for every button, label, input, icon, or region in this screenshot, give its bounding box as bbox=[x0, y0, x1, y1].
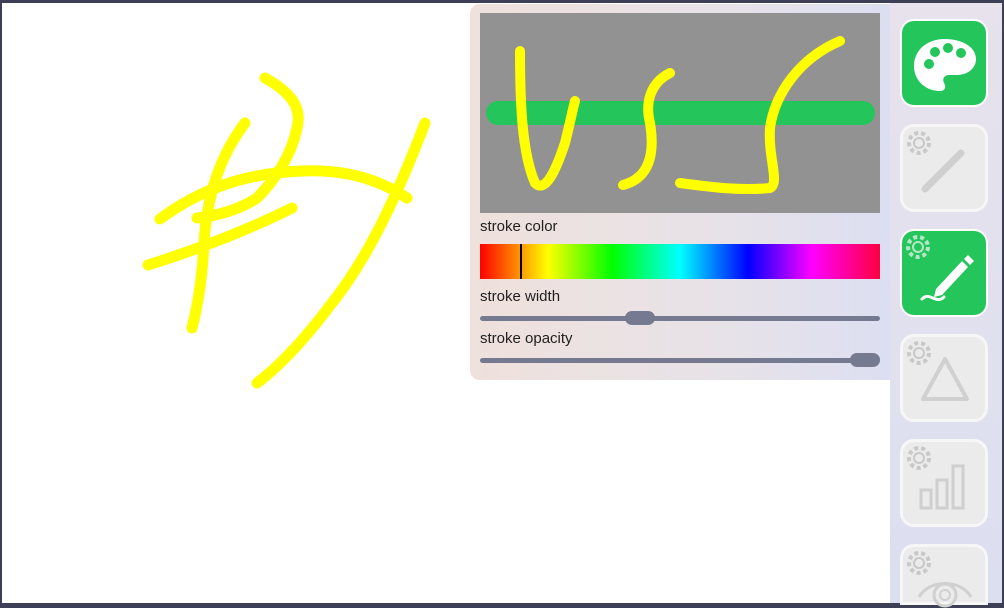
stroke-preview bbox=[480, 13, 880, 213]
stroke-width-thumb[interactable] bbox=[625, 311, 655, 325]
stroke-width-label: stroke width bbox=[480, 288, 561, 305]
gear-icon[interactable] bbox=[902, 231, 934, 263]
stroke-settings-panel: stroke color stroke width stroke opacity bbox=[470, 4, 890, 380]
triangle-tool-button[interactable] bbox=[900, 334, 988, 422]
preview-stroke-2 bbox=[618, 68, 675, 190]
stroke-color-picker[interactable] bbox=[480, 244, 880, 279]
palette-icon bbox=[914, 39, 976, 91]
line-tool-button[interactable] bbox=[900, 124, 988, 212]
hue-marker[interactable] bbox=[520, 244, 522, 279]
palette-tool-button[interactable] bbox=[900, 19, 988, 107]
gear-icon[interactable] bbox=[903, 547, 935, 579]
gear-icon[interactable] bbox=[903, 127, 935, 159]
stroke-opacity-label: stroke opacity bbox=[480, 330, 573, 347]
stroke-width-slider[interactable] bbox=[480, 311, 880, 325]
pen-tool-button[interactable] bbox=[900, 229, 988, 317]
stroke-color-label: stroke color bbox=[480, 218, 558, 235]
gear-icon[interactable] bbox=[903, 442, 935, 474]
stroke-opacity-slider[interactable] bbox=[480, 353, 880, 367]
stroke-1 bbox=[186, 117, 251, 334]
eye-tool-button[interactable] bbox=[900, 544, 988, 608]
bar-chart-tool-button[interactable] bbox=[900, 439, 988, 527]
stroke-opacity-thumb[interactable] bbox=[850, 353, 880, 367]
gear-icon[interactable] bbox=[903, 337, 935, 369]
